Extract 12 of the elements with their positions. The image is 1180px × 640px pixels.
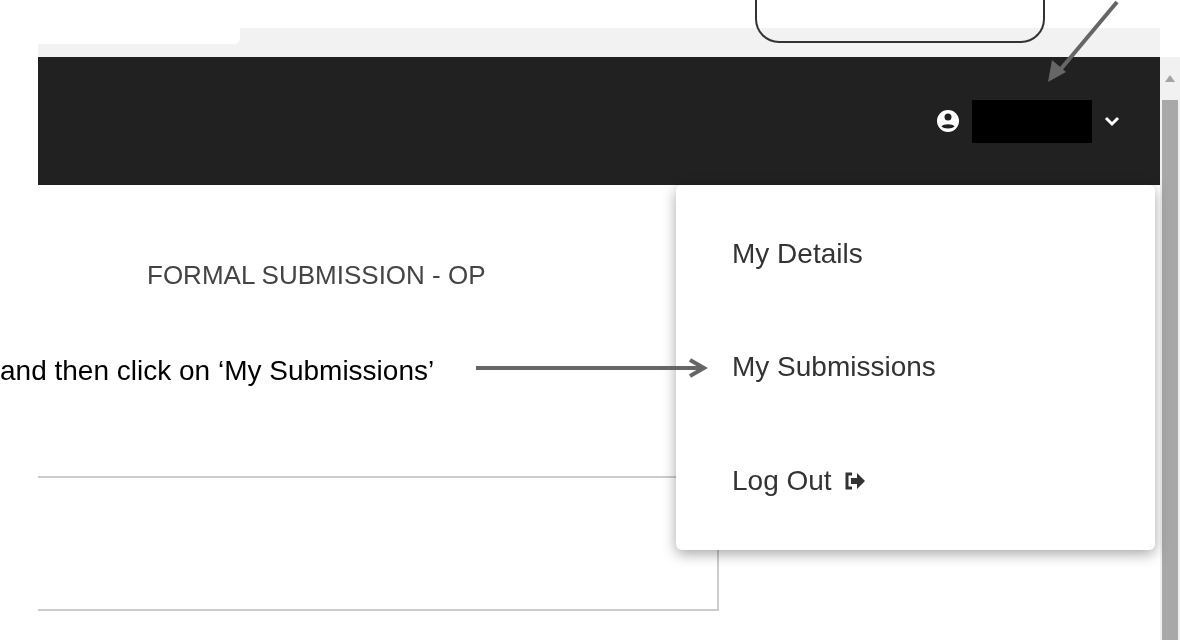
menu-item[interactable]: My Submissions — [732, 346, 936, 389]
scroll-thumb[interactable] — [1162, 100, 1178, 640]
scroll-up-icon[interactable] — [1165, 75, 1175, 82]
menu-item[interactable]: Log Out — [732, 460, 866, 503]
user-icon[interactable] — [936, 109, 960, 133]
menu-item[interactable]: My Details — [732, 232, 863, 275]
annotation-text: and then click on ‘My Submissions’ — [0, 354, 435, 388]
page-heading: FORMAL SUBMISSION - OP — [147, 259, 486, 292]
sign-out-icon — [843, 472, 866, 491]
address-pill[interactable] — [755, 0, 1045, 43]
caret-icon[interactable] — [1104, 115, 1120, 127]
scrollbar[interactable] — [1160, 57, 1180, 640]
